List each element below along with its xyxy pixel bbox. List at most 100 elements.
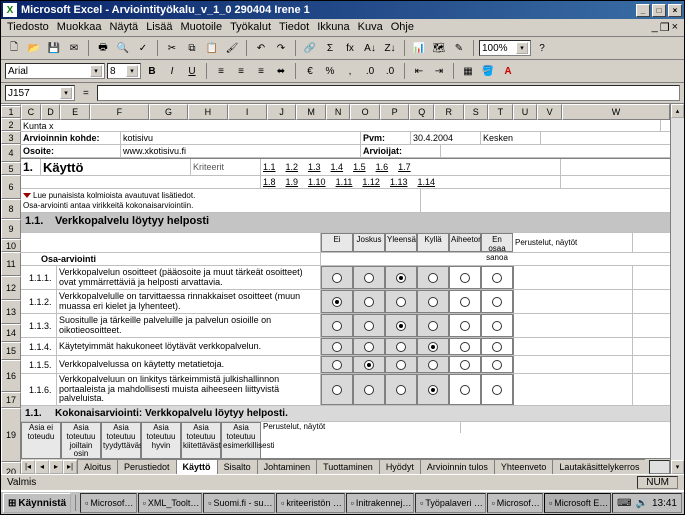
rating-radio[interactable]: [321, 356, 353, 373]
font-size-combo[interactable]: 8▾: [107, 63, 141, 79]
fill-color-icon[interactable]: 🪣: [479, 62, 497, 80]
mail-icon[interactable]: ✉: [65, 39, 83, 57]
item-notes-cell[interactable]: [513, 356, 633, 373]
rating-radio[interactable]: [385, 338, 417, 355]
row-header[interactable]: 9: [1, 219, 21, 239]
sheet-tab[interactable]: Lautakäsittelykerros: [552, 459, 645, 474]
rating-radio[interactable]: [481, 374, 513, 405]
bold-icon[interactable]: B: [143, 62, 161, 80]
kriteerit-link[interactable]: 1.1: [263, 162, 276, 172]
formula-input[interactable]: [97, 85, 680, 101]
row-header[interactable]: 6: [1, 175, 21, 199]
row-header[interactable]: 19: [1, 408, 21, 462]
rating-radio[interactable]: [417, 356, 449, 373]
format-painter-icon[interactable]: 🖌: [223, 39, 241, 57]
row-header[interactable]: 20: [1, 462, 21, 474]
sheet-tab[interactable]: Johtaminen: [257, 459, 318, 474]
tab-nav-last[interactable]: ▸|: [63, 460, 77, 474]
percent-icon[interactable]: %: [321, 62, 339, 80]
rating-radio[interactable]: [417, 290, 449, 313]
kriteerit-link[interactable]: 1.11: [336, 177, 353, 187]
chart-icon[interactable]: 📊: [410, 39, 428, 57]
kriteerit-link[interactable]: 1.5: [353, 162, 366, 172]
taskbar-item[interactable]: ▫Initrakennej…: [346, 493, 415, 513]
taskbar-item[interactable]: ▫Microsof…: [80, 493, 136, 513]
doc-restore-button[interactable]: ❐: [660, 21, 670, 34]
rating-radio[interactable]: [481, 290, 513, 313]
row-header[interactable]: 10: [1, 239, 21, 252]
rating-radio[interactable]: [385, 356, 417, 373]
sheet-tab[interactable]: Tuottaminen: [316, 459, 380, 474]
row-header[interactable]: 13: [1, 300, 21, 324]
col-header[interactable]: T: [488, 104, 513, 120]
sort-asc-icon[interactable]: A↓: [361, 39, 379, 57]
col-header[interactable]: Q: [409, 104, 434, 120]
rating-radio[interactable]: [353, 374, 385, 405]
scroll-up-button[interactable]: ▴: [671, 104, 684, 118]
new-icon[interactable]: 🗋: [5, 39, 23, 57]
row-header[interactable]: 17: [1, 392, 21, 408]
col-header[interactable]: S: [464, 104, 489, 120]
item-notes-cell[interactable]: [513, 266, 633, 289]
kriteerit-link[interactable]: 1.8: [263, 177, 276, 187]
sheet-tab[interactable]: Käyttö: [176, 459, 218, 474]
borders-icon[interactable]: ▦: [459, 62, 477, 80]
save-icon[interactable]: 💾: [45, 39, 63, 57]
taskbar-item[interactable]: ▫kriteeristön …: [276, 493, 345, 513]
rating-radio[interactable]: [321, 374, 353, 405]
menu-muotoile[interactable]: Muotoile: [180, 21, 222, 34]
rating-radio[interactable]: [321, 290, 353, 313]
item-notes-cell[interactable]: [513, 338, 633, 355]
name-box[interactable]: J157▾: [5, 85, 75, 101]
maximize-button[interactable]: □: [652, 4, 666, 17]
rating-radio[interactable]: [385, 266, 417, 289]
menu-muokkaa[interactable]: Muokkaa: [57, 21, 102, 34]
menu-ohje[interactable]: Ohje: [391, 21, 414, 34]
row-header[interactable]: 12: [1, 276, 21, 300]
merge-icon[interactable]: ⬌: [272, 62, 290, 80]
sheet-tab[interactable]: Hyödyt: [379, 459, 421, 474]
sum-icon[interactable]: Σ: [321, 39, 339, 57]
rating-radio[interactable]: [385, 314, 417, 337]
col-header[interactable]: E: [60, 104, 90, 120]
kriteerit-link[interactable]: 1.2: [286, 162, 299, 172]
rating-radio[interactable]: [481, 314, 513, 337]
row-header[interactable]: 15: [1, 342, 21, 360]
align-center-icon[interactable]: ≡: [232, 62, 250, 80]
link-icon[interactable]: 🔗: [301, 39, 319, 57]
rating-radio[interactable]: [417, 314, 449, 337]
open-icon[interactable]: 📂: [25, 39, 43, 57]
col-header[interactable]: I: [228, 104, 267, 120]
tab-nav-prev[interactable]: ◂: [35, 460, 49, 474]
rating-radio[interactable]: [321, 338, 353, 355]
rating-radio[interactable]: [417, 374, 449, 405]
taskbar-item[interactable]: ▫Työpalaveri …: [415, 493, 485, 513]
kriteerit-link[interactable]: 1.4: [331, 162, 344, 172]
kriteerit-link[interactable]: 1.14: [417, 177, 435, 187]
dec-indent-icon[interactable]: ⇤: [410, 62, 428, 80]
h-scrollbar[interactable]: [649, 460, 670, 474]
col-header[interactable]: C: [21, 104, 41, 120]
menu-ikkuna[interactable]: Ikkuna: [317, 21, 349, 34]
spell-icon[interactable]: ✓: [134, 39, 152, 57]
taskbar-item[interactable]: ▫XML_Toolt…: [138, 493, 203, 513]
undo-icon[interactable]: ↶: [252, 39, 270, 57]
copy-icon[interactable]: ⧉: [183, 39, 201, 57]
rating-radio[interactable]: [353, 266, 385, 289]
grid-body[interactable]: Kunta x Arvioinnin kohde: kotisivu Pvm: …: [21, 120, 670, 458]
item-notes-cell[interactable]: [513, 314, 633, 337]
col-header[interactable]: H: [188, 104, 227, 120]
tab-nav-first[interactable]: |◂: [21, 460, 35, 474]
rating-radio[interactable]: [449, 338, 481, 355]
doc-close-button[interactable]: ×: [672, 21, 678, 34]
font-name-combo[interactable]: Arial▾: [5, 63, 105, 79]
rating-radio[interactable]: [449, 266, 481, 289]
kriteerit-link[interactable]: 1.12: [362, 177, 380, 187]
row-header[interactable]: 3: [1, 131, 21, 144]
align-right-icon[interactable]: ≡: [252, 62, 270, 80]
kriteerit-link[interactable]: 1.10: [308, 177, 326, 187]
minimize-button[interactable]: _: [636, 4, 650, 17]
rating-radio[interactable]: [353, 290, 385, 313]
col-header[interactable]: N: [326, 104, 351, 120]
taskbar-item[interactable]: ▫Suomi.fi - su…: [203, 493, 275, 513]
